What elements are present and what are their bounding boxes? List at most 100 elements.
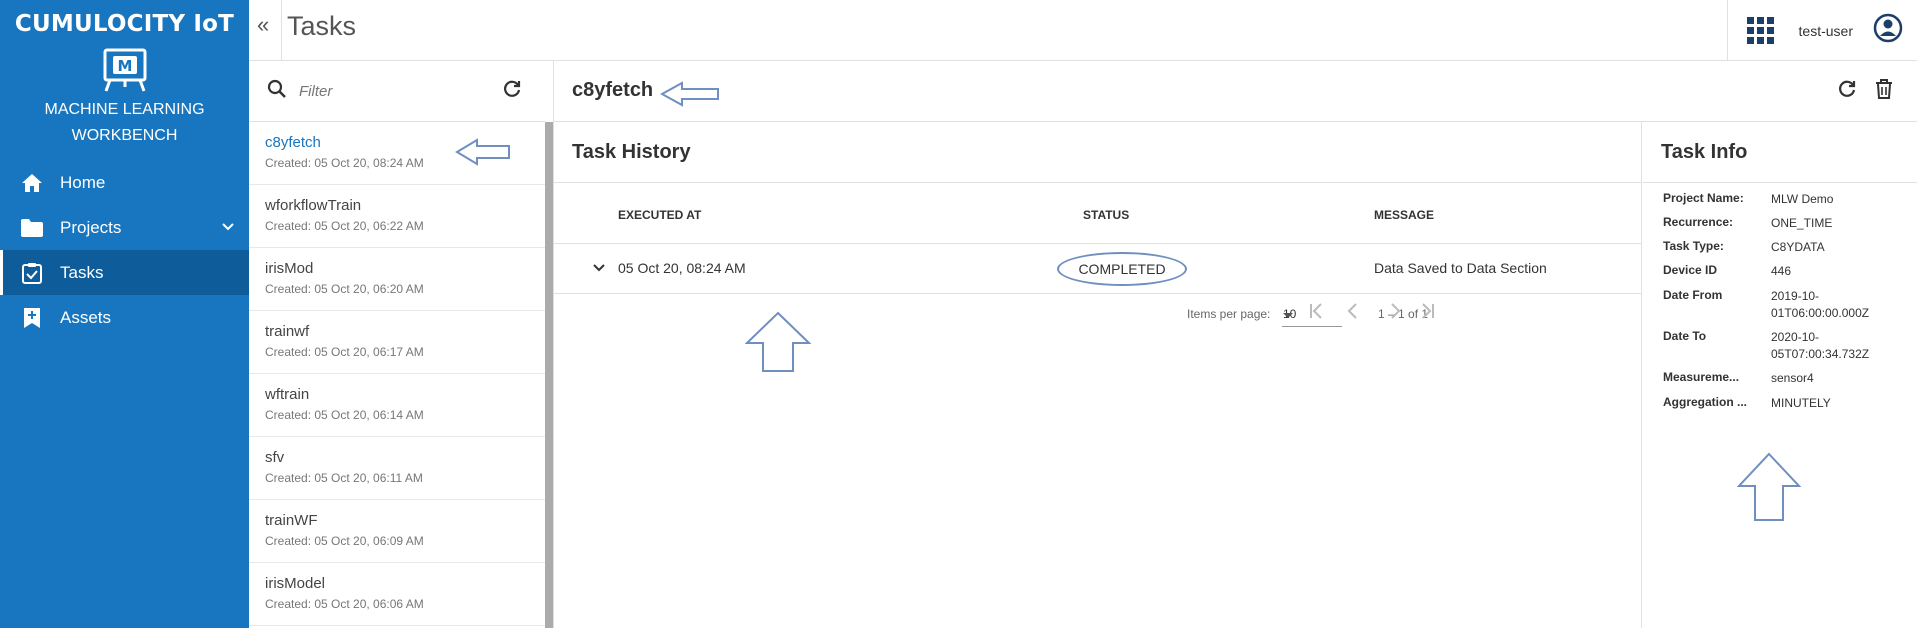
grid-icon — [1747, 16, 1775, 44]
header-right: test-user — [1726, 0, 1917, 61]
sidebar-item-projects[interactable]: Projects — [0, 205, 249, 250]
chevron-down-icon[interactable] — [221, 219, 235, 239]
filter-bar — [249, 61, 545, 122]
sidebar-item-label: Home — [60, 172, 106, 192]
task-name: irisModel — [265, 575, 326, 592]
task-list-item[interactable]: trainwf Created: 05 Oct 20, 06:17 AM — [249, 311, 545, 374]
info-row: Date From 2019-10-01T06:00:00.000Z — [1643, 288, 1917, 329]
info-key: Date To — [1663, 329, 1707, 343]
sidebar: CUMULOCITY IoT M MACHINE LEARNING WORKBE… — [0, 0, 249, 628]
task-created: Created: 05 Oct 20, 06:17 AM — [265, 345, 424, 359]
delete-icon[interactable] — [1875, 79, 1893, 99]
collapse-sidebar-button[interactable]: « — [257, 12, 269, 38]
annotation-arrow-up-icon — [1737, 452, 1801, 521]
task-list-scrollbar[interactable] — [545, 122, 553, 628]
app-switcher-button[interactable] — [1726, 0, 1795, 61]
refresh-list-icon[interactable] — [502, 79, 522, 104]
info-key: Device ID — [1663, 263, 1718, 277]
app-name-line1: MACHINE LEARNING — [44, 101, 205, 118]
task-list-item[interactable]: wftrain Created: 05 Oct 20, 06:14 AM — [249, 374, 545, 437]
table-row[interactable]: 05 Oct 20, 08:24 AM COMPLETED Data Saved… — [554, 244, 1641, 294]
task-title: c8yfetch — [572, 79, 654, 101]
first-page-icon[interactable] — [1306, 300, 1328, 325]
info-key: Aggregation ... — [1663, 395, 1747, 409]
sidebar-item-home[interactable]: Home — [0, 160, 249, 205]
info-value: MINUTELY — [1771, 396, 1831, 410]
task-list-item[interactable]: irisMod Created: 05 Oct 20, 06:20 AM — [249, 248, 545, 311]
task-info-list: Project Name: MLW Demo Recurrence: ONE_T… — [1643, 183, 1917, 419]
info-key: Recurrence: — [1663, 215, 1734, 229]
message-cell: Data Saved to Data Section — [1374, 260, 1547, 276]
task-name: trainWF — [265, 512, 318, 529]
task-created: Created: 05 Oct 20, 06:14 AM — [265, 408, 424, 422]
task-created: Created: 05 Oct 20, 06:06 AM — [265, 597, 424, 611]
info-value: 446 — [1771, 264, 1792, 278]
clipboard-check-icon — [20, 261, 44, 285]
column-status[interactable]: STATUS — [1083, 208, 1129, 222]
page-title: Tasks — [287, 11, 357, 41]
app-window: CUMULOCITY IoT M MACHINE LEARNING WORKBE… — [0, 0, 1917, 628]
sidebar-item-tasks[interactable]: Tasks — [0, 250, 249, 295]
svg-text:M: M — [117, 57, 132, 75]
info-key: Date From — [1663, 288, 1723, 302]
next-page-icon[interactable] — [1384, 300, 1406, 325]
task-history-section: Task History EXECUTED AT STATUS MESSAGE … — [554, 122, 1642, 628]
sidebar-nav: Home Projects Tasks Assets — [0, 160, 249, 340]
expand-row-chevron-icon[interactable] — [592, 261, 606, 278]
search-icon — [267, 79, 287, 104]
assets-icon — [20, 306, 44, 330]
task-list-item[interactable]: sfv Created: 05 Oct 20, 06:11 AM — [249, 437, 545, 500]
info-value: MLW Demo — [1771, 192, 1834, 206]
task-name: trainwf — [265, 323, 310, 340]
info-row: Recurrence: ONE_TIME — [1643, 215, 1917, 239]
info-row: Device ID 446 — [1643, 263, 1917, 288]
app-name-line2: WORKBENCH — [71, 127, 178, 144]
info-value: C8YDATA — [1771, 240, 1825, 254]
info-row: Date To 2020-10-05T07:00:34.732Z — [1643, 329, 1917, 370]
sidebar-item-label: Assets — [60, 307, 112, 327]
folder-icon — [20, 216, 44, 240]
task-name: wforkflowTrain — [265, 197, 362, 214]
app-name: MACHINE LEARNING WORKBENCH — [0, 97, 249, 149]
task-name: sfv — [265, 449, 285, 466]
sidebar-item-assets[interactable]: Assets — [0, 295, 249, 340]
info-value: 2020-10-05T07:00:34.732Z — [1771, 330, 1870, 361]
filter-input[interactable] — [299, 82, 494, 100]
task-list-item[interactable]: irisModel Created: 05 Oct 20, 06:06 AM — [249, 563, 545, 626]
task-name: irisMod — [265, 260, 314, 277]
sidebar-item-label: Tasks — [60, 262, 104, 282]
annotation-arrow-left-icon — [455, 138, 510, 166]
user-name[interactable]: test-user — [1799, 23, 1853, 39]
task-created: Created: 05 Oct 20, 06:11 AM — [265, 471, 423, 485]
task-info-section: Task Info Project Name: MLW Demo Recurre… — [1643, 122, 1917, 628]
header-bar: « Tasks test-user — [249, 0, 1917, 61]
task-created: Created: 05 Oct 20, 06:09 AM — [265, 534, 424, 548]
task-list-item[interactable]: wforkflowTrain Created: 05 Oct 20, 06:22… — [249, 185, 545, 248]
task-info-title: Task Info — [1643, 122, 1917, 183]
info-row: Aggregation ... MINUTELY — [1643, 395, 1917, 419]
annotation-arrow-up-icon — [745, 311, 811, 372]
info-value: ONE_TIME — [1771, 216, 1833, 230]
task-list-item[interactable]: trainWF Created: 05 Oct 20, 06:09 AM — [249, 500, 545, 563]
annotation-arrow-left-icon — [660, 81, 719, 107]
workbench-logo-icon: M — [100, 47, 150, 93]
dropdown-caret-icon — [1283, 313, 1293, 318]
previous-page-icon[interactable] — [1342, 300, 1364, 325]
sidebar-item-label: Projects — [60, 217, 122, 237]
divider — [281, 0, 282, 61]
task-history-title: Task History — [554, 122, 1641, 183]
user-account-icon[interactable] — [1873, 13, 1903, 48]
column-executed-at[interactable]: EXECUTED AT — [618, 208, 701, 222]
task-name: wftrain — [265, 386, 310, 403]
last-page-icon[interactable] — [1416, 300, 1438, 325]
refresh-icon[interactable] — [1837, 79, 1857, 99]
brand-title: CUMULOCITY IoT — [14, 11, 235, 37]
column-message[interactable]: MESSAGE — [1374, 208, 1434, 222]
task-created: Created: 05 Oct 20, 06:20 AM — [265, 282, 424, 296]
info-value: 2019-10-01T06:00:00.000Z — [1771, 289, 1870, 320]
info-key: Task Type: — [1663, 239, 1724, 253]
info-value: sensor4 — [1771, 371, 1814, 385]
paginator: Items per page: 10 1 – 1 of 1 — [554, 295, 1642, 335]
status-cell: COMPLETED — [1057, 252, 1187, 286]
info-row: Project Name: MLW Demo — [1643, 191, 1917, 215]
